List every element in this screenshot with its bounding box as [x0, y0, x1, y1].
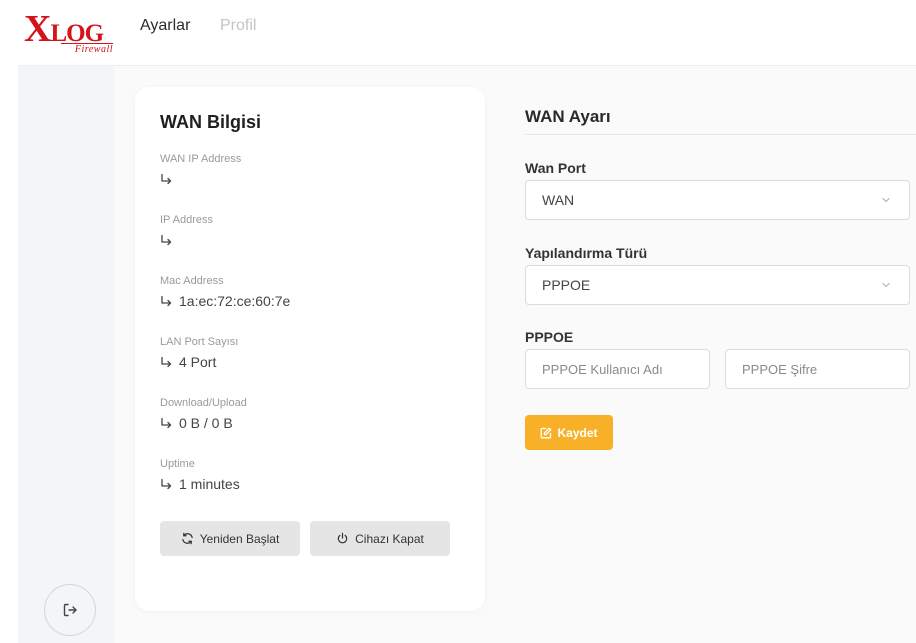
power-icon — [337, 532, 348, 544]
refresh-icon — [181, 532, 193, 545]
top-header: XLOG Firewall Ayarlar Profil — [18, 0, 916, 66]
tab-profil[interactable]: Profil — [220, 17, 256, 35]
config-type-value: PPPOE — [542, 277, 591, 293]
save-button[interactable]: Kaydet — [525, 415, 613, 450]
subdirectory-arrow-icon — [161, 295, 172, 306]
tab-ayarlar[interactable]: Ayarlar — [140, 17, 190, 35]
info-label: Mac Address — [160, 275, 224, 287]
chevron-down-icon — [882, 282, 890, 288]
pppoe-password-input[interactable] — [725, 349, 910, 389]
logo-x: X — [24, 8, 51, 50]
divider — [525, 134, 916, 135]
restart-label: Yeniden Başlat — [199, 531, 280, 546]
subdirectory-arrow-icon — [161, 356, 172, 367]
wan-port-select[interactable]: WAN — [525, 180, 910, 220]
wan-settings-title: WAN Ayarı — [525, 107, 611, 126]
pppoe-label: PPPOE — [525, 329, 574, 345]
logout-icon — [63, 603, 77, 617]
logout-button[interactable] — [44, 584, 96, 636]
info-uptime: Uptime 1 minutes — [160, 458, 240, 493]
info-wan-ip: WAN IP Address — [160, 153, 241, 188]
sidebar — [18, 66, 114, 643]
shutdown-button[interactable]: Cihazı Kapat — [310, 521, 450, 556]
subdirectory-arrow-icon — [161, 478, 172, 489]
chevron-down-icon — [882, 197, 890, 203]
left-edge-strip — [0, 0, 18, 643]
info-value: 4 Port — [179, 354, 217, 370]
info-mac: Mac Address 1a:ec:72:ce:60:7e — [160, 275, 290, 310]
info-label: WAN IP Address — [160, 153, 242, 165]
info-lan-ports: LAN Port Sayısı 4 Port — [160, 336, 238, 371]
config-type-select[interactable]: PPPOE — [525, 265, 910, 305]
wan-port-label: Wan Port — [525, 160, 586, 176]
info-label: IP Address — [160, 214, 213, 226]
config-type-label: Yapılandırma Türü — [525, 245, 648, 261]
save-label: Kaydet — [557, 425, 598, 440]
info-value: 1a:ec:72:ce:60:7e — [179, 293, 291, 309]
wan-info-card: WAN Bilgisi WAN IP Address IP Address Ma… — [135, 87, 485, 611]
info-label: Download/Upload — [160, 397, 247, 409]
shutdown-label: Cihazı Kapat — [355, 531, 424, 546]
logo-subtitle: Firewall — [61, 43, 113, 55]
info-value: 1 minutes — [179, 476, 240, 492]
info-label: LAN Port Sayısı — [160, 336, 239, 348]
subdirectory-arrow-icon — [161, 417, 172, 428]
pppoe-username-input[interactable] — [525, 349, 710, 389]
info-label: Uptime — [160, 458, 195, 470]
subdirectory-arrow-icon — [161, 234, 172, 245]
wan-info-title: WAN Bilgisi — [160, 112, 262, 132]
restart-button[interactable]: Yeniden Başlat — [160, 521, 300, 556]
info-download-upload: Download/Upload 0 B / 0 B — [160, 397, 247, 432]
xlog-logo[interactable]: XLOG Firewall — [24, 10, 114, 56]
edit-icon — [541, 427, 552, 438]
wan-port-value: WAN — [542, 192, 575, 208]
subdirectory-arrow-icon — [161, 173, 172, 184]
info-value: 0 B / 0 B — [179, 415, 233, 431]
info-ip: IP Address — [160, 214, 213, 249]
